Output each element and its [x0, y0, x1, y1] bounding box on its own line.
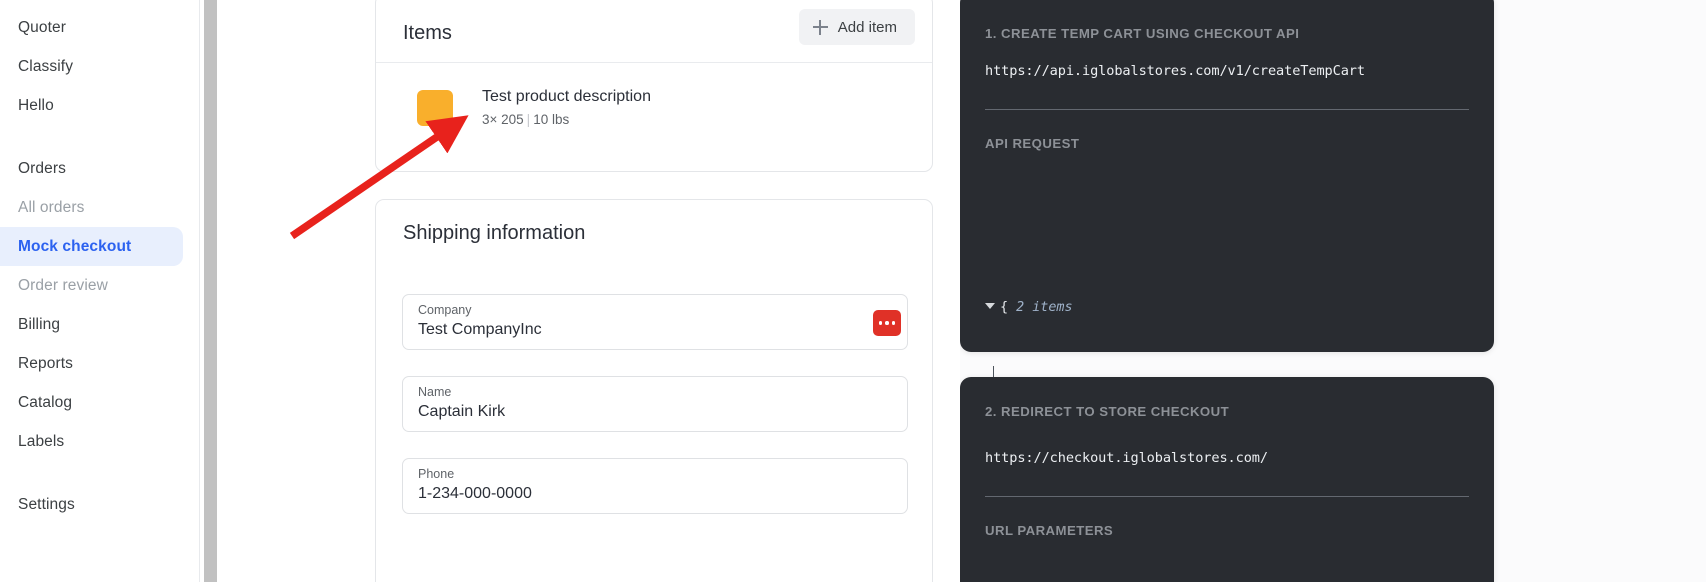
- api-panel-create-temp-cart: 1. CREATE TEMP CART USING CHECKOUT API h…: [960, 0, 1494, 582]
- sidebar-item-quoter[interactable]: Quoter: [0, 8, 204, 47]
- api-step-title: 1. CREATE TEMP CART USING CHECKOUT API: [985, 26, 1300, 41]
- api-panel-redirect-store-checkout: 2. REDIRECT TO STORE CHECKOUT https://ch…: [960, 377, 1494, 582]
- product-quantity: 3× 205: [482, 112, 524, 127]
- company-field-label: Company: [418, 303, 472, 317]
- sidebar-item-label: Hello: [18, 96, 54, 114]
- sidebar-item-label: Mock checkout: [18, 237, 132, 255]
- sidebar-item-reports[interactable]: Reports: [0, 344, 204, 383]
- sidebar: Quoter Classify Hello Orders All orders …: [0, 0, 204, 582]
- items-card: Items Add item Test product description …: [375, 0, 933, 172]
- sidebar-item-mock-checkout[interactable]: Mock checkout: [0, 227, 183, 266]
- items-card-header: Items Add item: [376, 0, 932, 63]
- dot: [885, 321, 889, 325]
- sidebar-item-label: Orders: [18, 159, 66, 177]
- product-thumbnail[interactable]: [417, 90, 453, 126]
- phone-field-value: 1-234-000-0000: [418, 485, 532, 502]
- list-item[interactable]: Test product description 3× 205 | 10 lbs: [376, 63, 932, 171]
- sidebar-item-catalog[interactable]: Catalog: [0, 383, 204, 422]
- plus-icon: [812, 19, 828, 35]
- name-field-value: Captain Kirk: [418, 403, 506, 420]
- sidebar-item-label: Labels: [18, 432, 65, 450]
- sidebar-item-label: Settings: [18, 495, 75, 513]
- sidebar-item-label: Reports: [18, 354, 73, 372]
- divider: [985, 109, 1469, 110]
- product-meta: 3× 205 | 10 lbs: [482, 110, 651, 130]
- api-endpoint-url: https://api.iglobalstores.com/v1/createT…: [985, 63, 1365, 79]
- api-preview-pane: 1. CREATE TEMP CART USING CHECKOUT API h…: [960, 0, 1706, 582]
- sidebar-divider-gap: [0, 125, 204, 149]
- sidebar-divider-gap-2: [0, 461, 204, 485]
- phone-field[interactable]: Phone 1-234-000-0000: [402, 458, 908, 514]
- ellipsis-icon[interactable]: [873, 310, 901, 336]
- phone-field-label: Phone: [418, 467, 455, 481]
- sidebar-item-label: Billing: [18, 315, 61, 333]
- product-weight: 10 lbs: [533, 112, 570, 127]
- url-parameters-title: URL PARAMETERS: [985, 523, 1114, 538]
- sidebar-item-orders[interactable]: Orders: [0, 149, 204, 188]
- sidebar-item-label: Catalog: [18, 393, 73, 411]
- sidebar-item-all-orders[interactable]: All orders: [0, 188, 204, 227]
- sidebar-divider: [199, 0, 200, 582]
- divider: [985, 496, 1469, 497]
- add-item-button[interactable]: Add item: [798, 9, 915, 45]
- sidebar-item-label: Order review: [18, 276, 108, 294]
- api-step-title: 2. REDIRECT TO STORE CHECKOUT: [985, 404, 1230, 419]
- chevron-down-icon[interactable]: [985, 302, 995, 309]
- main-content: Items Add item Test product description …: [220, 0, 960, 582]
- sidebar-item-labels[interactable]: Labels: [0, 422, 204, 461]
- shipping-information-card: Shipping information Company Test Compan…: [375, 199, 933, 582]
- json-row-root[interactable]: { 2 items: [985, 296, 1177, 320]
- shipping-title: Shipping information: [403, 222, 586, 244]
- product-info: Test product description 3× 205 | 10 lbs: [482, 86, 651, 130]
- product-name: Test product description: [482, 88, 651, 105]
- api-endpoint-url: https://checkout.iglobalstores.com/: [985, 450, 1268, 466]
- meta-separator: |: [526, 112, 531, 127]
- page-title: Items: [403, 22, 452, 44]
- app-root: Quoter Classify Hello Orders All orders …: [0, 0, 1706, 582]
- name-field-label: Name: [418, 385, 452, 399]
- dot: [878, 321, 883, 325]
- json-root-count: 2 items: [1016, 299, 1073, 315]
- sidebar-item-billing[interactable]: Billing: [0, 305, 204, 344]
- add-item-label: Add item: [837, 18, 897, 36]
- company-field[interactable]: Company Test CompanyInc: [402, 294, 908, 350]
- sidebar-item-label: All orders: [18, 198, 85, 216]
- dot: [891, 321, 896, 325]
- scrollbar-thumb[interactable]: [204, 0, 217, 582]
- company-field-value: Test CompanyInc: [418, 321, 542, 338]
- sidebar-item-order-review[interactable]: Order review: [0, 266, 204, 305]
- sidebar-item-settings[interactable]: Settings: [0, 485, 204, 524]
- sidebar-item-label: Classify: [18, 57, 74, 75]
- sidebar-item-classify[interactable]: Classify: [0, 47, 204, 86]
- json-open-brace: {: [1000, 299, 1009, 315]
- sidebar-item-label: Quoter: [18, 18, 66, 36]
- api-request-title: API REQUEST: [985, 136, 1080, 151]
- sidebar-item-hello[interactable]: Hello: [0, 86, 204, 125]
- name-field[interactable]: Name Captain Kirk: [402, 376, 908, 432]
